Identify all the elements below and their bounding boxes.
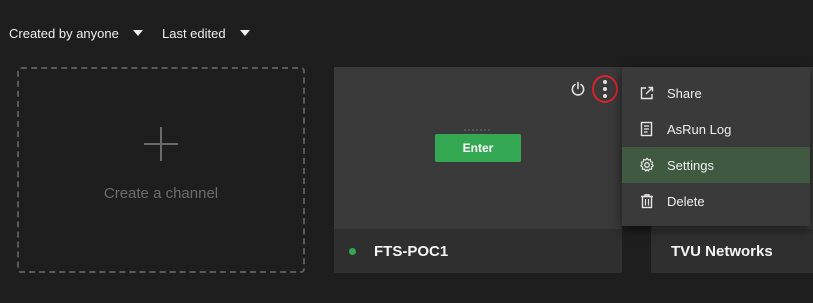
log-icon [638,120,656,138]
channel-card: Enter FTS-POC1 [334,67,622,273]
menu-item-label: Delete [667,193,705,209]
plus-icon [144,126,178,161]
context-menu: Share AsRun Log Settings Delete [622,67,810,226]
channel-name: FTS-POC1 [374,242,449,260]
menu-item-delete[interactable]: Delete [622,183,810,219]
menu-item-label: AsRun Log [667,121,732,137]
share-icon [638,84,656,102]
chevron-down-icon [239,30,250,36]
menu-item-label: Share [667,85,702,101]
status-dot [349,247,356,255]
more-options-icon[interactable] [592,75,618,103]
channel-preview: Enter [334,67,622,229]
chevron-down-icon [132,30,143,36]
menu-item-share[interactable]: Share [622,75,810,111]
channel-name: TVU Networks [671,242,773,260]
create-channel-card[interactable]: Create a channel [17,67,305,273]
create-channel-label: Create a channel [103,184,219,202]
sort-label: Last edited [162,25,226,41]
channels-page: Created by anyone Last edited Create a c… [0,0,813,303]
gear-icon [638,156,656,174]
trash-icon [638,192,656,210]
menu-item-settings[interactable]: Settings [622,147,810,183]
power-icon[interactable] [570,81,586,97]
sort-dropdown[interactable]: Last edited [162,24,250,42]
creator-filter-dropdown[interactable]: Created by anyone [9,24,143,42]
channel-footer: TVU Networks [651,229,813,273]
menu-item-asrun-log[interactable]: AsRun Log [622,111,810,147]
creator-filter-label: Created by anyone [9,25,119,41]
enter-button[interactable]: Enter [435,134,521,162]
menu-item-label: Settings [667,157,714,173]
channel-footer: FTS-POC1 [334,229,622,273]
